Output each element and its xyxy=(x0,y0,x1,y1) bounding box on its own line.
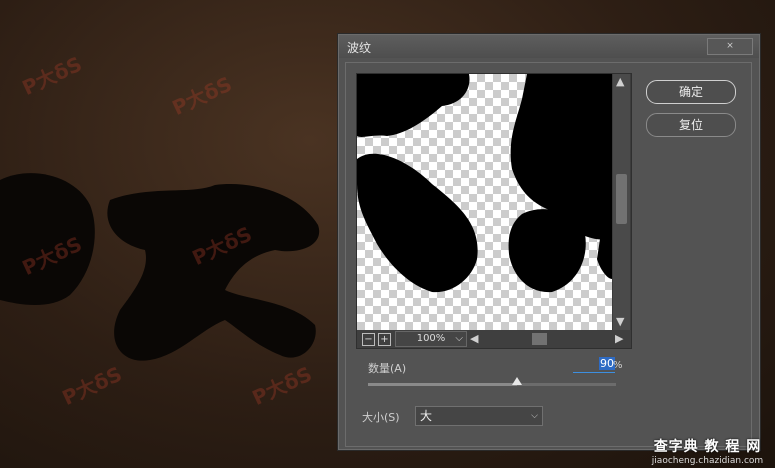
zoom-level-value: 100% xyxy=(416,333,446,344)
size-select-value: 大 xyxy=(420,409,433,423)
amount-label: 数量(A) xyxy=(368,362,407,375)
size-select[interactable]: 大 ⌵ xyxy=(415,406,543,426)
ripple-dialog: 波纹 ⨯ ▲ ▼ − + 100% ⌵ ◀ ▶ 确定 复位 数量(A) 90 %… xyxy=(338,34,760,450)
close-button[interactable]: ⨯ xyxy=(707,38,753,55)
chevron-down-icon: ⌵ xyxy=(531,411,538,421)
dialog-content: ▲ ▼ − + 100% ⌵ ◀ ▶ 确定 复位 数量(A) 90 % 大小(S… xyxy=(345,62,752,447)
preview-shapes xyxy=(357,74,612,293)
filter-preview[interactable] xyxy=(357,74,612,330)
preview-panel: ▲ ▼ − + 100% ⌵ ◀ ▶ xyxy=(356,73,632,349)
size-label: 大小(S) xyxy=(362,411,400,424)
scroll-down-icon[interactable]: ▼ xyxy=(616,316,624,328)
zoom-out-button[interactable]: − xyxy=(362,333,375,346)
ok-button[interactable]: 确定 xyxy=(646,80,736,104)
zoom-level-select[interactable]: 100% ⌵ xyxy=(395,331,467,347)
chevron-down-icon: ⌵ xyxy=(455,333,463,344)
scroll-left-icon[interactable]: ◀ xyxy=(470,333,478,345)
horizontal-scroll-thumb[interactable] xyxy=(532,333,547,345)
vertical-scroll-thumb[interactable] xyxy=(616,174,627,224)
scroll-up-icon[interactable]: ▲ xyxy=(616,76,624,88)
dialog-titlebar[interactable]: 波纹 ⨯ xyxy=(339,35,759,58)
preview-vertical-scrollbar[interactable]: ▲ ▼ xyxy=(613,74,630,330)
dialog-title: 波纹 xyxy=(347,41,372,55)
amount-input[interactable]: 90 xyxy=(573,357,615,373)
site-watermark: 查字典 教 程 网 jiaocheng.chazidian.com xyxy=(640,436,775,468)
amount-slider-fill xyxy=(368,383,517,386)
preview-zoom-bar: − + 100% ⌵ ◀ ▶ xyxy=(357,330,631,348)
scroll-right-icon[interactable]: ▶ xyxy=(615,333,623,345)
site-watermark-title: 查字典 教 程 网 xyxy=(653,439,762,455)
reset-button[interactable]: 复位 xyxy=(646,113,736,137)
site-watermark-url: jiaocheng.chazidian.com xyxy=(651,456,764,466)
percent-unit: % xyxy=(613,360,623,371)
zoom-in-button[interactable]: + xyxy=(378,333,391,346)
amount-slider-thumb[interactable] xyxy=(511,377,522,385)
amount-slider[interactable] xyxy=(368,377,616,386)
